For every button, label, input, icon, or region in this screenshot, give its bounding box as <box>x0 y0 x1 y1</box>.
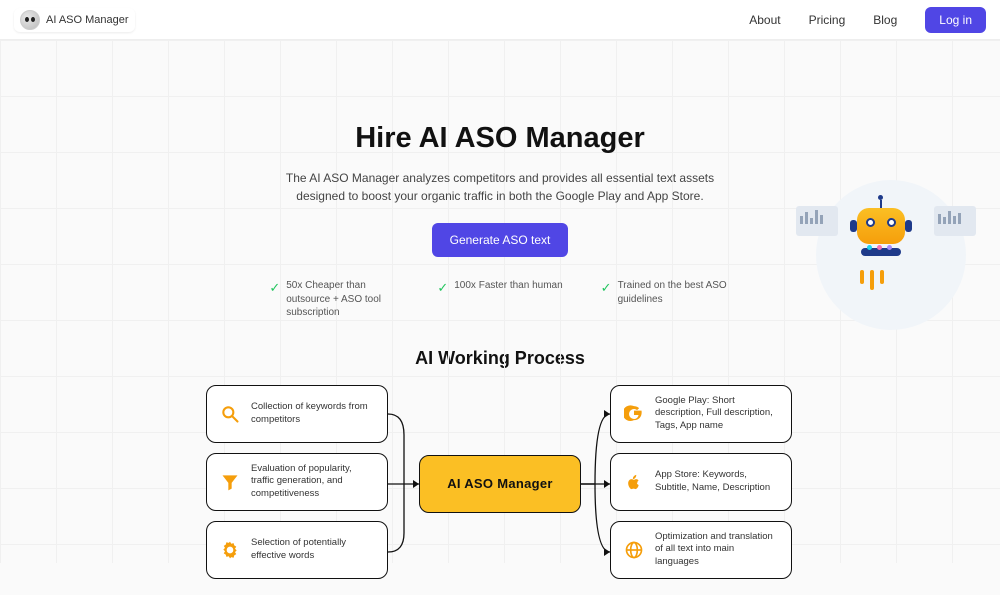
nav: About Pricing Blog Log in <box>749 7 986 33</box>
nav-blog[interactable]: Blog <box>873 13 897 27</box>
hero-subtitle: The AI ASO Manager analyzes competitors … <box>280 169 720 205</box>
feature-text: Trained on the best ASO guidelines <box>618 279 731 306</box>
box-text: Google Play: Short description, Full des… <box>655 395 779 432</box>
globe-icon <box>623 540 645 560</box>
login-button[interactable]: Log in <box>925 7 986 33</box>
check-icon: ✓ <box>437 280 448 296</box>
process-box-evaluation: Evaluation of popularity, traffic genera… <box>206 453 388 511</box>
process-box-google-play: Google Play: Short description, Full des… <box>610 385 792 443</box>
nav-pricing[interactable]: Pricing <box>809 13 846 27</box>
logo-text: AI ASO Manager <box>46 14 129 26</box>
check-icon: ✓ <box>269 280 280 296</box>
process-center: AI ASO Manager <box>419 455 581 513</box>
process-box-keywords: Collection of keywords from competitors <box>206 385 388 443</box>
process-box-selection: Selection of potentially effective words <box>206 521 388 579</box>
connector-line <box>388 385 419 585</box>
robot-illustration <box>796 190 976 320</box>
center-label: AI ASO Manager <box>447 476 553 491</box>
feature-text: 100x Faster than human <box>454 279 562 293</box>
box-text: App Store: Keywords, Subtitle, Name, Des… <box>655 469 779 494</box>
google-icon <box>623 404 645 424</box>
feature-item: ✓ 50x Cheaper than outsource + ASO tool … <box>269 279 399 320</box>
search-icon <box>219 404 241 424</box>
funnel-icon <box>219 472 241 492</box>
process-inputs: Collection of keywords from competitors … <box>206 385 388 579</box>
header: AI ASO Manager About Pricing Blog Log in <box>0 0 1000 40</box>
hero-title: Hire AI ASO Manager <box>0 122 1000 155</box>
logo-icon <box>20 10 40 30</box>
apple-icon <box>623 472 645 492</box>
process-diagram: Collection of keywords from competitors … <box>0 385 1000 595</box>
nav-about[interactable]: About <box>749 13 780 27</box>
feature-item: ✓ 100x Faster than human <box>437 279 562 320</box>
process-outputs: Google Play: Short description, Full des… <box>610 385 792 579</box>
box-text: Collection of keywords from competitors <box>251 401 375 426</box>
box-text: Evaluation of popularity, traffic genera… <box>251 463 375 500</box>
process-box-app-store: App Store: Keywords, Subtitle, Name, Des… <box>610 453 792 511</box>
process-box-translation: Optimization and translation of all text… <box>610 521 792 579</box>
generate-aso-button[interactable]: Generate ASO text <box>432 223 569 257</box>
check-icon: ✓ <box>601 280 612 296</box>
feature-item: ✓ Trained on the best ASO guidelines <box>601 279 731 320</box>
box-text: Optimization and translation of all text… <box>655 531 779 568</box>
logo[interactable]: AI ASO Manager <box>14 8 135 32</box>
connector-line <box>581 385 610 585</box>
gear-icon <box>219 540 241 560</box>
feature-text: 50x Cheaper than outsource + ASO tool su… <box>286 279 399 320</box>
box-text: Selection of potentially effective words <box>251 537 375 562</box>
